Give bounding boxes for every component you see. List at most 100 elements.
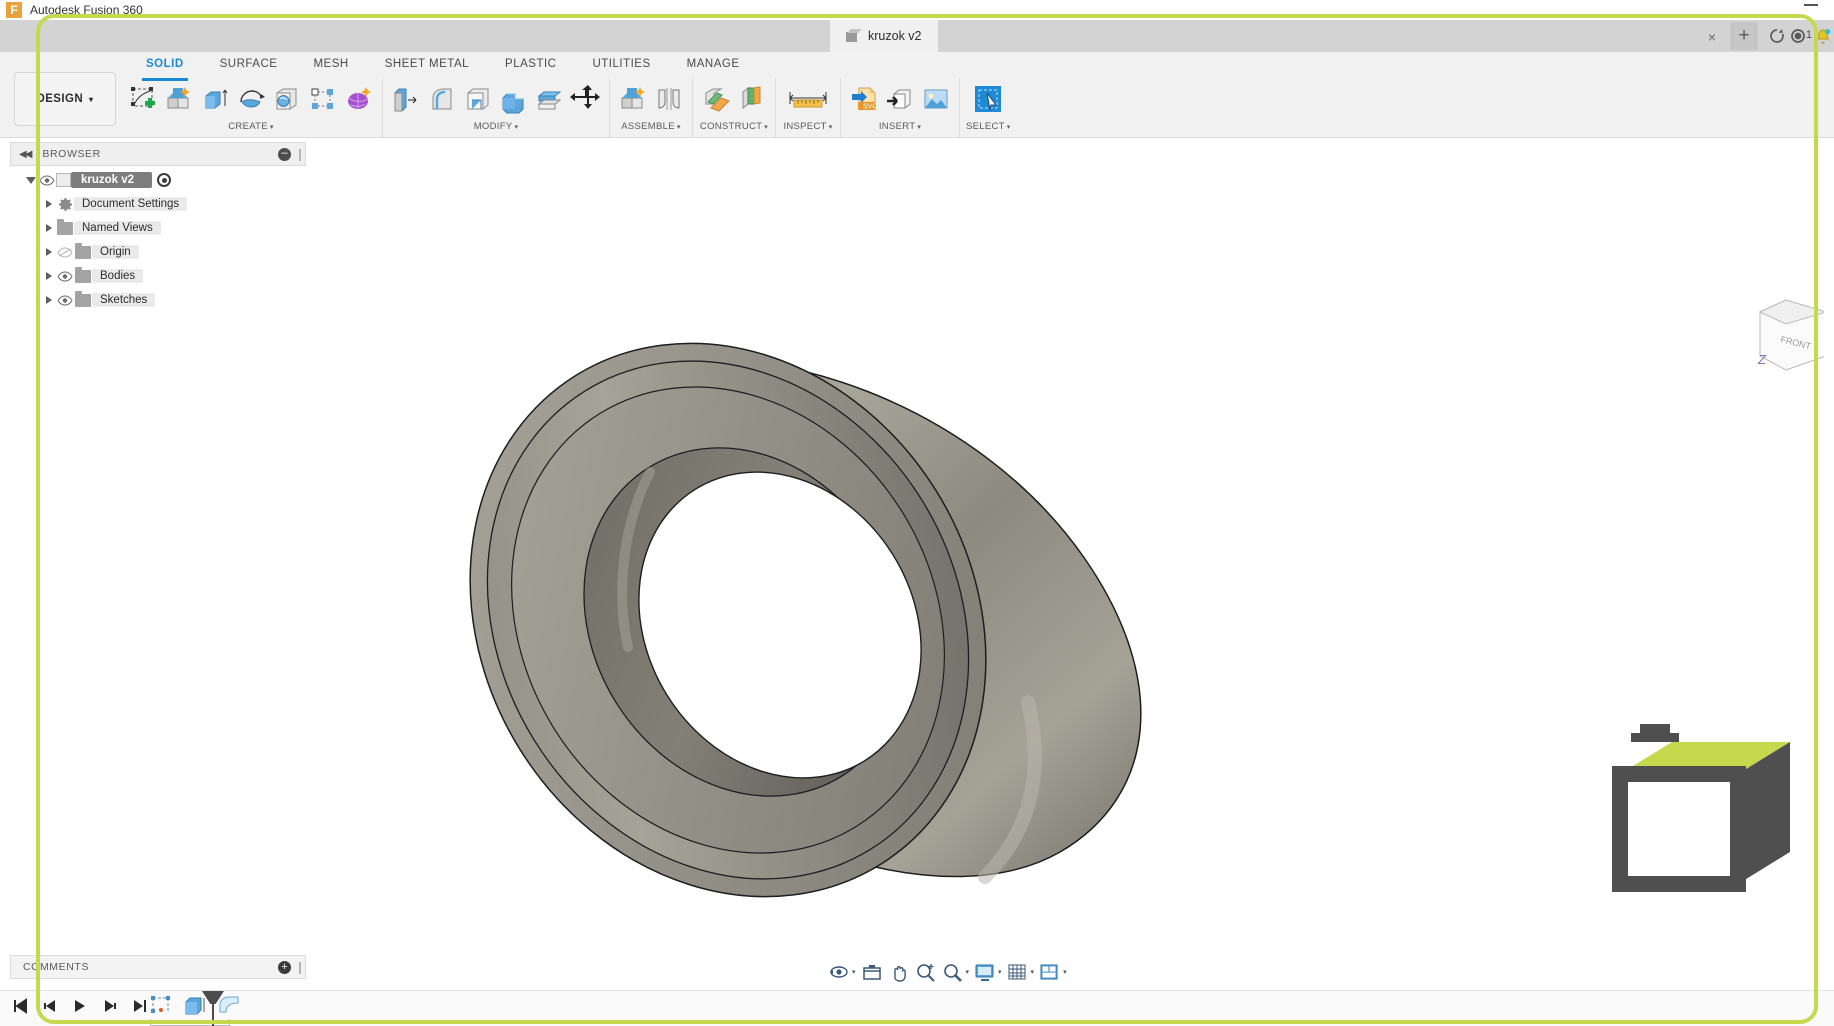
go-to-end-icon[interactable] — [132, 998, 148, 1019]
expand-arrow-icon[interactable] — [42, 222, 56, 234]
new-component-icon[interactable] — [616, 80, 650, 118]
tab-manage[interactable]: MANAGE — [669, 52, 758, 78]
expand-arrow-icon[interactable] — [42, 198, 56, 210]
sweep-icon[interactable] — [270, 80, 304, 118]
minimize-panel-icon[interactable]: – — [278, 147, 291, 161]
tree-item-label: Named Views — [74, 221, 161, 235]
create-mesh-icon[interactable] — [342, 80, 376, 118]
pattern-icon[interactable] — [306, 80, 340, 118]
tree-item-sketches[interactable]: Sketches — [10, 288, 306, 312]
tab-mesh[interactable]: MESH — [295, 52, 366, 78]
view-cube[interactable]: FRONT — [1752, 290, 1824, 386]
svg-text:SVG: SVG — [863, 104, 878, 111]
tab-solid[interactable]: SOLID — [128, 52, 202, 81]
comments-panel-header[interactable]: COMMENTS + — [10, 955, 306, 979]
chevron-down-icon: ▾ — [1063, 969, 1067, 976]
ribbon-group-modify: MODIFY ▾ — [383, 78, 610, 138]
step-forward-icon[interactable] — [102, 998, 118, 1019]
tree-item-label: Document Settings — [74, 197, 188, 211]
visibility-eye-hidden-icon[interactable] — [56, 245, 74, 259]
go-to-beginning-icon[interactable] — [12, 998, 28, 1019]
press-pull-icon[interactable] — [389, 80, 423, 118]
expand-arrow-icon[interactable] — [24, 174, 38, 186]
visibility-eye-icon[interactable] — [38, 173, 56, 187]
document-tab[interactable]: kruzok v2 — [830, 20, 938, 52]
tab-utilities[interactable]: UTILITIES — [574, 52, 668, 78]
pan-icon[interactable] — [886, 959, 912, 985]
joint-icon[interactable] — [652, 80, 686, 118]
ribbon-group-construct: CONSTRUCT ▾ — [693, 78, 776, 138]
extrude-feature-icon[interactable] — [182, 993, 208, 1017]
fusion360-window: F Autodesk Fusion 360 kruzok v2 × + 1 DE… — [0, 0, 1834, 1026]
move-copy-icon[interactable] — [569, 80, 603, 118]
expand-arrow-icon[interactable] — [42, 246, 56, 258]
chevron-down-icon: ▾ — [965, 969, 970, 976]
os-window-title: Autodesk Fusion 360 — [30, 3, 143, 17]
zoom-window-icon[interactable]: ▾ — [940, 959, 972, 985]
workspace-design-button[interactable]: DESIGN ▾ — [14, 72, 116, 126]
zoom-icon[interactable] — [913, 959, 939, 985]
step-back-icon[interactable] — [42, 998, 58, 1019]
revolve-icon[interactable] — [234, 80, 268, 118]
measure-icon[interactable] — [782, 80, 834, 118]
tab-plastic[interactable]: PLASTIC — [487, 52, 574, 78]
new-tab-button[interactable]: + — [1730, 22, 1758, 50]
close-tab-button[interactable]: × — [1708, 29, 1716, 45]
grid-snaps-icon[interactable]: ▾ — [1005, 959, 1037, 985]
expand-arrow-icon[interactable] — [42, 294, 56, 306]
recent-history-icon[interactable] — [1768, 27, 1786, 45]
timeline-bar — [0, 990, 1834, 1026]
combine-icon[interactable] — [497, 80, 531, 118]
collapse-panel-icon[interactable]: ◀◀ — [19, 149, 32, 160]
plane-at-angle-icon[interactable] — [735, 80, 769, 118]
play-icon[interactable] — [72, 998, 88, 1019]
new-sketch-icon[interactable] — [126, 80, 160, 118]
folder-icon — [74, 266, 92, 283]
workspace-label: DESIGN — [36, 93, 84, 105]
shell-icon[interactable] — [461, 80, 495, 118]
ribbon-group-insert: SVG INSERT ▾ — [841, 78, 960, 138]
group-label-inspect: INSPECT ▾ — [783, 121, 833, 132]
select-window-icon[interactable] — [971, 80, 1005, 118]
tree-item-origin[interactable]: Origin — [10, 240, 306, 264]
tree-item-bodies[interactable]: Bodies — [10, 264, 306, 288]
display-settings-icon[interactable]: ▾ — [972, 959, 1004, 985]
tree-item-named-views[interactable]: Named Views — [10, 216, 306, 240]
insert-image-icon[interactable] — [919, 80, 953, 118]
activate-component-radio[interactable] — [157, 173, 172, 187]
insert-svg-icon[interactable]: SVG — [847, 80, 881, 118]
sketch-feature-icon[interactable] — [148, 993, 174, 1017]
expand-arrow-icon[interactable] — [42, 270, 56, 282]
tree-item-document-settings[interactable]: Document Settings — [10, 192, 306, 216]
tree-item-root[interactable]: kruzok v2 — [10, 168, 306, 192]
look-at-icon[interactable] — [859, 959, 885, 985]
tree-item-label: Origin — [92, 245, 139, 259]
job-status-count: 1 — [1805, 29, 1812, 41]
notification-bell-icon[interactable] — [1814, 27, 1832, 45]
viewports-icon[interactable]: ▾ — [1037, 959, 1069, 985]
fillet-icon[interactable] — [425, 80, 459, 118]
minimize-window-button[interactable] — [1804, 4, 1818, 6]
chevron-down-icon: ▾ — [852, 969, 856, 976]
tab-surface[interactable]: SURFACE — [202, 52, 296, 78]
timeline-playback-controls — [12, 998, 148, 1019]
offset-plane-icon[interactable] — [699, 80, 733, 118]
orbit-icon[interactable]: ▾ — [826, 959, 858, 985]
ribbon-group-select: SELECT ▾ — [960, 78, 1017, 138]
visibility-eye-icon[interactable] — [56, 269, 74, 283]
folder-icon — [74, 242, 92, 259]
panel-resize-grip[interactable] — [299, 149, 301, 161]
panel-resize-grip[interactable] — [299, 962, 301, 974]
timeline-marker[interactable] — [212, 991, 214, 1026]
add-comment-button[interactable]: + — [278, 960, 291, 974]
create-form-icon[interactable] — [162, 80, 196, 118]
group-label-modify: MODIFY ▾ — [473, 121, 519, 132]
tab-sheet-metal[interactable]: SHEET METAL — [367, 52, 487, 78]
insert-derive-icon[interactable] — [883, 80, 917, 118]
visibility-eye-icon[interactable] — [56, 293, 74, 307]
timeline-group-bracket — [150, 1019, 230, 1026]
viewcube-home-graphic[interactable] — [1610, 722, 1810, 912]
extrude-icon[interactable] — [198, 80, 232, 118]
folder-icon — [56, 218, 74, 235]
offset-face-icon[interactable] — [533, 80, 567, 118]
